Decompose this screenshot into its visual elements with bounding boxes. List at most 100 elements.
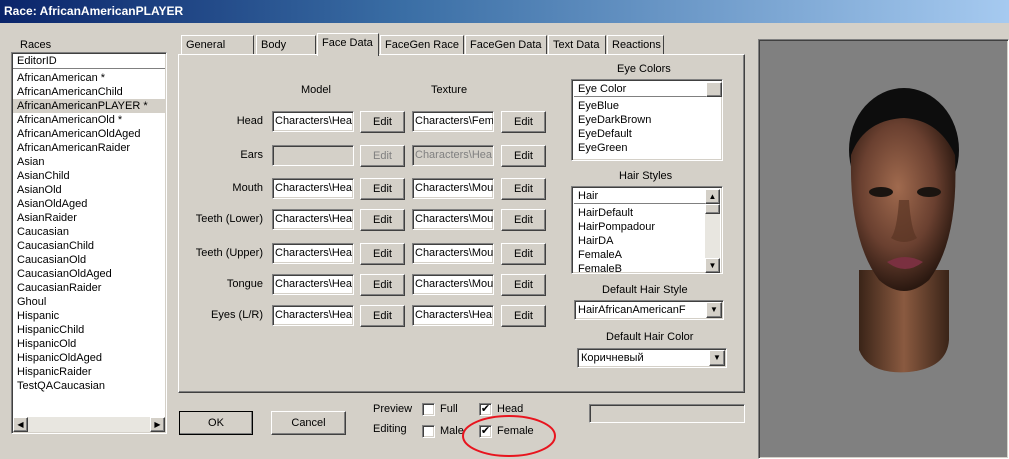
race-list-item[interactable]: Ghoul <box>13 295 165 309</box>
races-column-header[interactable]: EditorID <box>13 54 165 69</box>
race-list-item[interactable]: AfricanAmericanOldAged <box>13 127 165 141</box>
teeth-lower-row-label: Teeth (Lower) <box>195 213 263 225</box>
hair-style-list: HairDefault HairPompadour HairDA FemaleA Fem… <box>574 206 705 276</box>
race-list-item[interactable]: AfricanAmericanRaider <box>13 141 165 155</box>
race-list-item[interactable]: HispanicOldAged <box>13 351 165 365</box>
default-hair-style-select[interactable]: HairAfricanAmericanF ▼ <box>574 300 724 320</box>
ears-model-edit-button[interactable]: Edit <box>360 145 405 167</box>
triangle-down-icon[interactable]: ▼ <box>705 258 720 273</box>
mouth-row-label: Mouth <box>232 182 263 194</box>
cancel-button[interactable]: Cancel <box>271 411 346 435</box>
tab-text-data[interactable]: Text Data <box>548 35 606 55</box>
race-list-item[interactable]: Asian <box>13 155 165 169</box>
window-title-bar: Race: AfricanAmericanPLAYER <box>0 0 1009 23</box>
full-checkbox[interactable] <box>422 403 435 416</box>
scroll-thumb[interactable] <box>705 204 720 214</box>
tab-facegen-race[interactable]: FaceGen Race <box>380 35 464 55</box>
teeth-upper-row-label: Teeth (Upper) <box>195 247 263 259</box>
eye-color-item[interactable]: EyeGreen <box>574 141 720 155</box>
tongue-texture-field[interactable]: Characters\Mou <box>412 274 494 295</box>
hair-style-item[interactable]: HairPompadour <box>574 220 705 234</box>
eyes-l-r-texture-field[interactable]: Characters\Hea <box>412 305 494 326</box>
chevron-down-icon[interactable]: ▼ <box>706 302 722 318</box>
race-list-item[interactable]: CaucasianOldAged <box>13 267 165 281</box>
model-column-header: Model <box>301 84 331 96</box>
head-model-field[interactable]: Characters\Hea <box>272 111 354 132</box>
ears-model-field[interactable] <box>272 145 354 166</box>
teeth-lower-model-field[interactable]: Characters\Hea <box>272 209 354 230</box>
hair-column-header[interactable]: Hair <box>574 189 705 204</box>
ok-button[interactable]: OK <box>179 411 253 435</box>
head-texture-field[interactable]: Characters\Fem <box>412 111 494 132</box>
mouth-model-edit-button[interactable]: Edit <box>360 178 405 200</box>
mouth-texture-field[interactable]: Characters\Mou <box>412 178 494 199</box>
mouth-model-field[interactable]: Characters\Hea <box>272 178 354 199</box>
tab-reactions[interactable]: Reactions <box>607 35 664 55</box>
tab-facegen-data[interactable]: FaceGen Data <box>465 35 547 55</box>
eye-color-item[interactable]: EyeDarkBrown <box>574 113 720 127</box>
head-render-image <box>849 88 959 373</box>
eye-colors-listbox[interactable]: Eye Color EyeBlue EyeDarkBrown EyeDefault E… <box>571 79 723 161</box>
hair-style-item[interactable]: FemaleA <box>574 248 705 262</box>
hair-styles-vertical-scrollbar[interactable]: ▲ ▼ <box>705 189 720 273</box>
teeth-upper-texture-edit-button[interactable]: Edit <box>501 243 546 265</box>
tab-general-data[interactable]: General Data <box>181 35 254 69</box>
ears-row-label: Ears <box>240 149 263 161</box>
race-list-item[interactable]: AfricanAmericanPLAYER * <box>13 99 165 113</box>
race-list-item[interactable]: Caucasian <box>13 225 165 239</box>
head-model-edit-button[interactable]: Edit <box>360 111 405 133</box>
eye-color-header-spacer <box>706 82 722 97</box>
race-list-item[interactable]: AsianRaider <box>13 211 165 225</box>
texture-column-header: Texture <box>431 84 468 96</box>
tab-face-data[interactable]: Face Data <box>317 33 379 56</box>
hair-style-item[interactable]: HairDefault <box>574 206 705 220</box>
race-list-item[interactable]: TestQACaucasian <box>13 379 165 393</box>
race-list-item[interactable]: AsianChild <box>13 169 165 183</box>
race-list-item[interactable]: HispanicRaider <box>13 365 165 379</box>
teeth-upper-model-edit-button[interactable]: Edit <box>360 243 405 265</box>
race-list-item[interactable]: AsianOld <box>13 183 165 197</box>
race-list-item[interactable]: CaucasianChild <box>13 239 165 253</box>
race-list-item[interactable]: Hispanic <box>13 309 165 323</box>
race-list-item[interactable]: AfricanAmericanChild <box>13 85 165 99</box>
default-hair-color-select[interactable]: Коричневый ▼ <box>577 348 727 368</box>
eyes-l-r-texture-edit-button[interactable]: Edit <box>501 305 546 327</box>
eyes-l-r-row-label: Eyes (L/R) <box>211 309 263 321</box>
tongue-model-edit-button[interactable]: Edit <box>360 274 405 296</box>
eye-color-column-header[interactable]: Eye Color <box>574 82 706 97</box>
teeth-lower-texture-edit-button[interactable]: Edit <box>501 209 546 231</box>
race-list-item[interactable]: HispanicOld <box>13 337 165 351</box>
head-texture-edit-button[interactable]: Edit <box>501 111 546 133</box>
race-list-item[interactable]: HispanicChild <box>13 323 165 337</box>
race-list-item[interactable]: AfricanAmerican * <box>13 71 165 85</box>
teeth-lower-model-edit-button[interactable]: Edit <box>360 209 405 231</box>
eye-color-item[interactable]: EyeDefault <box>574 127 720 141</box>
eyes-l-r-model-edit-button[interactable]: Edit <box>360 305 405 327</box>
male-checkbox[interactable] <box>422 425 435 438</box>
hair-styles-listbox[interactable]: Hair HairDefault HairPompadour HairDA Femal… <box>571 186 723 276</box>
tongue-model-field[interactable]: Characters\Hea <box>272 274 354 295</box>
teeth-upper-model-field[interactable]: Characters\Hea <box>272 243 354 264</box>
eye-color-item[interactable]: EyeBlue <box>574 99 720 113</box>
ears-texture-edit-button[interactable]: Edit <box>501 145 546 167</box>
race-list-item[interactable]: CaucasianOld <box>13 253 165 267</box>
triangle-up-icon[interactable]: ▲ <box>705 189 720 204</box>
red-annotation-circle <box>462 415 556 457</box>
hair-style-item[interactable]: FemaleB <box>574 262 705 276</box>
ears-texture-field[interactable]: Characters\Hea <box>412 145 494 166</box>
triangle-right-icon[interactable]: ▶ <box>150 417 165 432</box>
triangle-left-icon[interactable]: ◀ <box>13 417 28 432</box>
mouth-texture-edit-button[interactable]: Edit <box>501 178 546 200</box>
races-horizontal-scrollbar[interactable]: ◀ ▶ <box>13 417 165 432</box>
eyes-l-r-model-field[interactable]: Characters\Hea <box>272 305 354 326</box>
tab-body-data[interactable]: Body Data <box>256 35 316 69</box>
chevron-down-icon[interactable]: ▼ <box>709 350 725 366</box>
race-list-item[interactable]: AfricanAmericanOld * <box>13 113 165 127</box>
teeth-lower-texture-field[interactable]: Characters\Mou <box>412 209 494 230</box>
tongue-texture-edit-button[interactable]: Edit <box>501 274 546 296</box>
race-list-item[interactable]: AsianOldAged <box>13 197 165 211</box>
head-preview-viewport[interactable] <box>758 39 1009 459</box>
teeth-upper-texture-field[interactable]: Characters\Mou <box>412 243 494 264</box>
hair-style-item[interactable]: HairDA <box>574 234 705 248</box>
race-list-item[interactable]: CaucasianRaider <box>13 281 165 295</box>
